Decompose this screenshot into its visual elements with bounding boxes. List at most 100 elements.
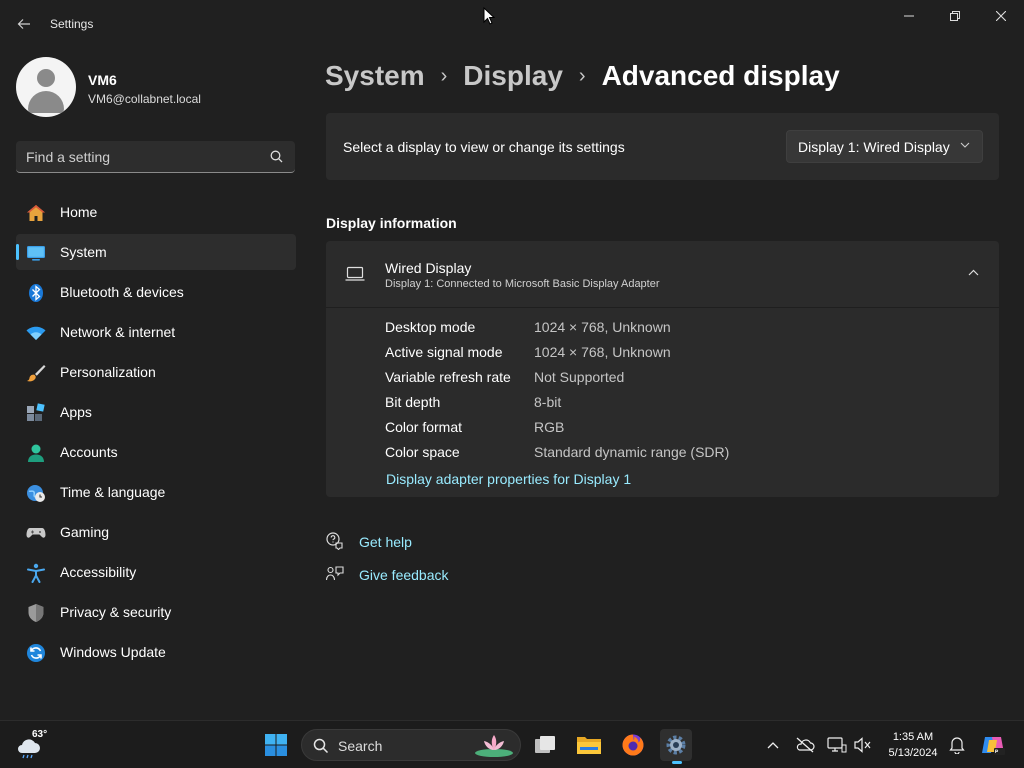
- display-info-rows: Desktop mode 1024 × 768, Unknown Active …: [385, 319, 985, 469]
- settings-taskbar-button[interactable]: [660, 729, 692, 764]
- sidebar-item-label: Personalization: [60, 364, 156, 380]
- display-adapter-properties-link[interactable]: Display adapter properties for Display 1: [386, 471, 631, 487]
- chevron-up-icon[interactable]: [968, 269, 979, 276]
- get-help-link[interactable]: Get help: [326, 532, 412, 550]
- app-title: Settings: [50, 17, 94, 31]
- sidebar-item-system[interactable]: System: [16, 234, 296, 270]
- sidebar-item-personalization[interactable]: Personalization: [16, 354, 296, 390]
- apps-icon: [27, 403, 45, 421]
- sidebar-item-time-language[interactable]: Time & language: [16, 474, 296, 510]
- file-explorer-button[interactable]: [573, 729, 605, 761]
- settings-search-box[interactable]: [16, 141, 295, 173]
- sidebar-item-label: Privacy & security: [60, 604, 172, 620]
- breadcrumb-separator-icon: ›: [440, 64, 448, 87]
- display-subtitle: Display 1: Connected to Microsoft Basic …: [385, 278, 660, 290]
- sidebar-item-label: Windows Update: [60, 644, 166, 660]
- user-email: VM6@collabnet.local: [88, 92, 201, 106]
- start-button[interactable]: [260, 729, 292, 761]
- firefox-button[interactable]: [617, 729, 649, 761]
- info-value: Not Supported: [534, 369, 625, 385]
- chevron-up-icon: [767, 742, 779, 749]
- sidebar-item-label: Time & language: [60, 484, 166, 500]
- sidebar-item-network[interactable]: Network & internet: [16, 314, 296, 350]
- info-row-bit-depth: Bit depth 8-bit: [385, 394, 985, 419]
- sidebar-item-accessibility[interactable]: Accessibility: [16, 554, 296, 590]
- info-value: 1024 × 768, Unknown: [534, 319, 671, 335]
- display-dropdown[interactable]: Display 1: Wired Display: [786, 130, 983, 163]
- info-row-color-format: Color format RGB: [385, 419, 985, 444]
- get-help-text[interactable]: Get help: [359, 534, 412, 550]
- close-button[interactable]: [978, 0, 1024, 32]
- display-information-card: Wired Display Display 1: Connected to Mi…: [326, 241, 999, 497]
- sidebar-item-bluetooth[interactable]: Bluetooth & devices: [16, 274, 296, 310]
- info-value: 8-bit: [534, 394, 562, 410]
- cloud-off-icon: [796, 737, 815, 753]
- info-key: Variable refresh rate: [385, 369, 511, 385]
- task-view-button[interactable]: [529, 729, 561, 761]
- sidebar-item-label: System: [60, 244, 107, 260]
- give-feedback-text[interactable]: Give feedback: [359, 567, 449, 583]
- brush-icon: [27, 365, 46, 382]
- info-key: Color space: [385, 444, 460, 460]
- clock-date: 5/13/2024: [888, 747, 938, 759]
- sidebar-item-label: Network & internet: [60, 324, 176, 340]
- taskbar: 63° Search 1:35 AM 5/13/2024: [0, 720, 1024, 768]
- taskbar-clock[interactable]: 1:35 AM 5/13/2024: [880, 729, 946, 761]
- user-profile[interactable]: VM6 VM6@collabnet.local: [16, 57, 296, 117]
- sidebar-item-apps[interactable]: Apps: [16, 394, 296, 430]
- weather-widget[interactable]: 63°: [14, 729, 54, 761]
- display-info-header[interactable]: Wired Display Display 1: Connected to Mi…: [326, 241, 999, 308]
- section-title-display-information: Display information: [326, 215, 457, 231]
- volume-tray-button[interactable]: [852, 734, 874, 756]
- system-icon: [27, 246, 45, 261]
- taskbar-search[interactable]: Search: [301, 729, 521, 761]
- search-input[interactable]: [26, 147, 266, 167]
- shield-icon: [28, 604, 44, 622]
- clock-globe-icon: [27, 485, 45, 502]
- windows-logo-icon: [265, 734, 287, 756]
- info-row-desktop-mode: Desktop mode 1024 × 768, Unknown: [385, 319, 985, 344]
- minimize-button[interactable]: [886, 0, 932, 32]
- mouse-cursor-icon: [483, 7, 495, 25]
- copilot-button[interactable]: [978, 734, 1008, 756]
- info-key: Color format: [385, 419, 463, 435]
- show-hidden-icons-button[interactable]: [762, 734, 784, 756]
- back-button[interactable]: [12, 12, 36, 36]
- sidebar-item-windows-update[interactable]: Windows Update: [16, 634, 296, 670]
- network-monitor-icon: [827, 737, 847, 753]
- sidebar-item-privacy-security[interactable]: Privacy & security: [16, 594, 296, 630]
- network-icon: [26, 326, 46, 340]
- info-key: Active signal mode: [385, 344, 503, 360]
- sidebar-item-label: Home: [60, 204, 98, 220]
- task-view-icon: [535, 736, 555, 753]
- title-bar: Settings: [0, 0, 1024, 48]
- notifications-button[interactable]: [946, 734, 968, 756]
- sidebar-nav: Home System Bluetooth & devices Network …: [16, 194, 296, 674]
- info-key: Bit depth: [385, 394, 441, 410]
- home-icon: [27, 205, 45, 221]
- sidebar-item-home[interactable]: Home: [16, 194, 296, 230]
- give-feedback-link[interactable]: Give feedback: [326, 565, 449, 583]
- gear-icon: [666, 735, 686, 755]
- info-row-active-signal-mode: Active signal mode 1024 × 768, Unknown: [385, 344, 985, 369]
- user-name: VM6: [88, 72, 117, 88]
- breadcrumb-display[interactable]: Display: [463, 60, 563, 92]
- update-icon: [27, 644, 45, 662]
- help-chat-icon: [326, 532, 343, 550]
- feedback-icon: [326, 566, 344, 581]
- accounts-icon: [28, 444, 44, 462]
- onedrive-tray-button[interactable]: [794, 734, 816, 756]
- select-display-card: Select a display to view or change its s…: [326, 113, 999, 180]
- sidebar-item-gaming[interactable]: Gaming: [16, 514, 296, 550]
- breadcrumb-system[interactable]: System: [325, 60, 425, 92]
- close-icon: [996, 11, 1006, 21]
- display-dropdown-value: Display 1: Wired Display: [798, 139, 950, 155]
- sidebar-item-accounts[interactable]: Accounts: [16, 434, 296, 470]
- sidebar-item-label: Gaming: [60, 524, 110, 540]
- weather-temperature: 63°: [32, 729, 48, 740]
- back-arrow-icon: [17, 19, 30, 29]
- network-tray-button[interactable]: [826, 734, 848, 756]
- firefox-icon: [622, 734, 644, 756]
- breadcrumb: System › Display › Advanced display: [325, 58, 840, 94]
- restore-button[interactable]: [932, 0, 978, 32]
